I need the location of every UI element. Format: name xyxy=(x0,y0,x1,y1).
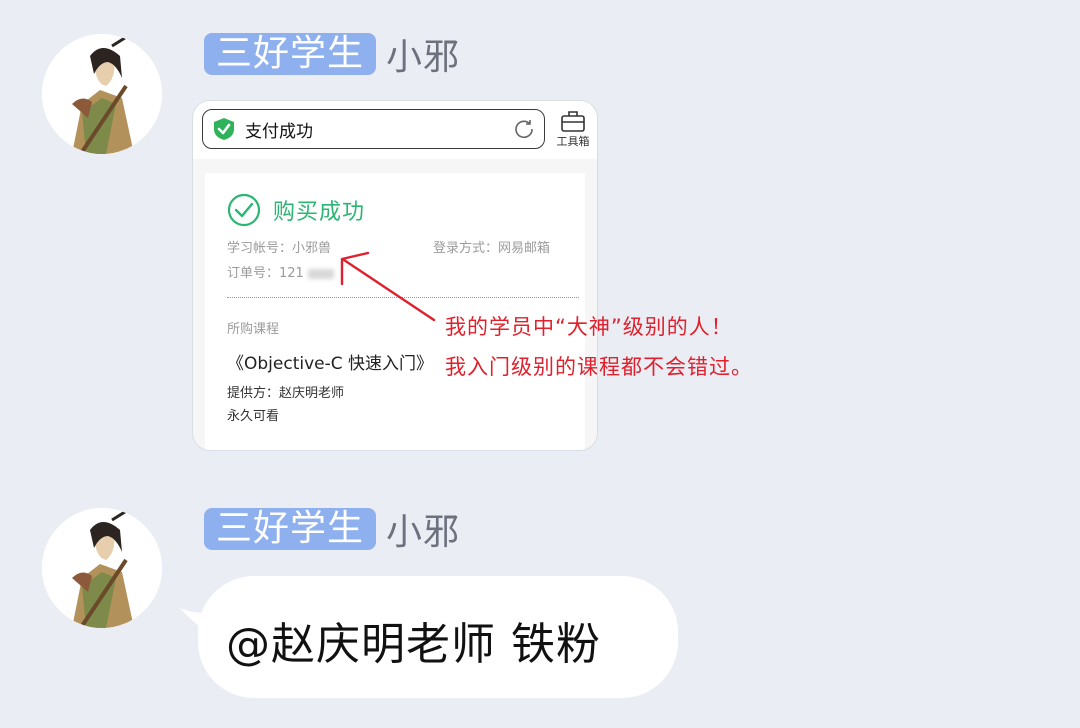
swordsman-avatar-icon xyxy=(42,508,162,628)
shield-check-icon xyxy=(214,118,234,140)
annotation-arrow-icon xyxy=(340,251,436,322)
account-label: 学习帐号：小邪兽 xyxy=(227,241,332,256)
sender-avatar[interactable] xyxy=(42,34,162,154)
reload-icon xyxy=(515,120,533,139)
purchase-success-title: 购买成功 xyxy=(273,200,366,225)
sender-avatar[interactable] xyxy=(42,508,162,628)
course-provider: 提供方：赵庆明老师 xyxy=(227,386,345,401)
browser-toolbar: 支付成功 工具箱 xyxy=(193,101,597,159)
sender-name: 小邪 xyxy=(386,37,461,78)
message-text: @赵庆明老师 铁粉 xyxy=(226,619,601,670)
member-title-badge: 三好学生 xyxy=(204,33,377,75)
order-number: 订单号：121 xyxy=(227,262,334,281)
login-method-label: 登录方式：网易邮箱 xyxy=(433,241,551,256)
course-title: 《Objective-C 快速入门》 xyxy=(227,354,434,374)
toolbox-icon xyxy=(561,111,585,132)
course-validity: 永久可看 xyxy=(227,409,280,424)
address-bar-text: 支付成功 xyxy=(245,121,313,142)
sender-name-row: 三好学生 小邪 xyxy=(204,31,461,78)
success-check-icon xyxy=(227,193,261,227)
swordsman-avatar-icon xyxy=(42,34,162,154)
purchased-course-label: 所购课程 xyxy=(227,322,280,337)
address-bar: 支付成功 xyxy=(202,109,545,149)
order-number-label: 订单号：121 xyxy=(227,266,304,281)
sender-name-row: 三好学生 小邪 xyxy=(204,506,461,553)
annotation-line-1: 我的学员中“大神”级别的人！ xyxy=(445,315,733,339)
toolbox-button: 工具箱 xyxy=(553,109,593,149)
sender-name: 小邪 xyxy=(386,512,461,553)
member-title-badge: 三好学生 xyxy=(204,508,377,550)
annotation-line-2: 我入门级别的课程都不会错过。 xyxy=(445,355,753,379)
purchase-status: 购买成功 xyxy=(227,193,365,227)
toolbox-label: 工具箱 xyxy=(556,135,590,148)
text-message-bubble[interactable]: @赵庆明老师 铁粉 xyxy=(198,576,678,698)
